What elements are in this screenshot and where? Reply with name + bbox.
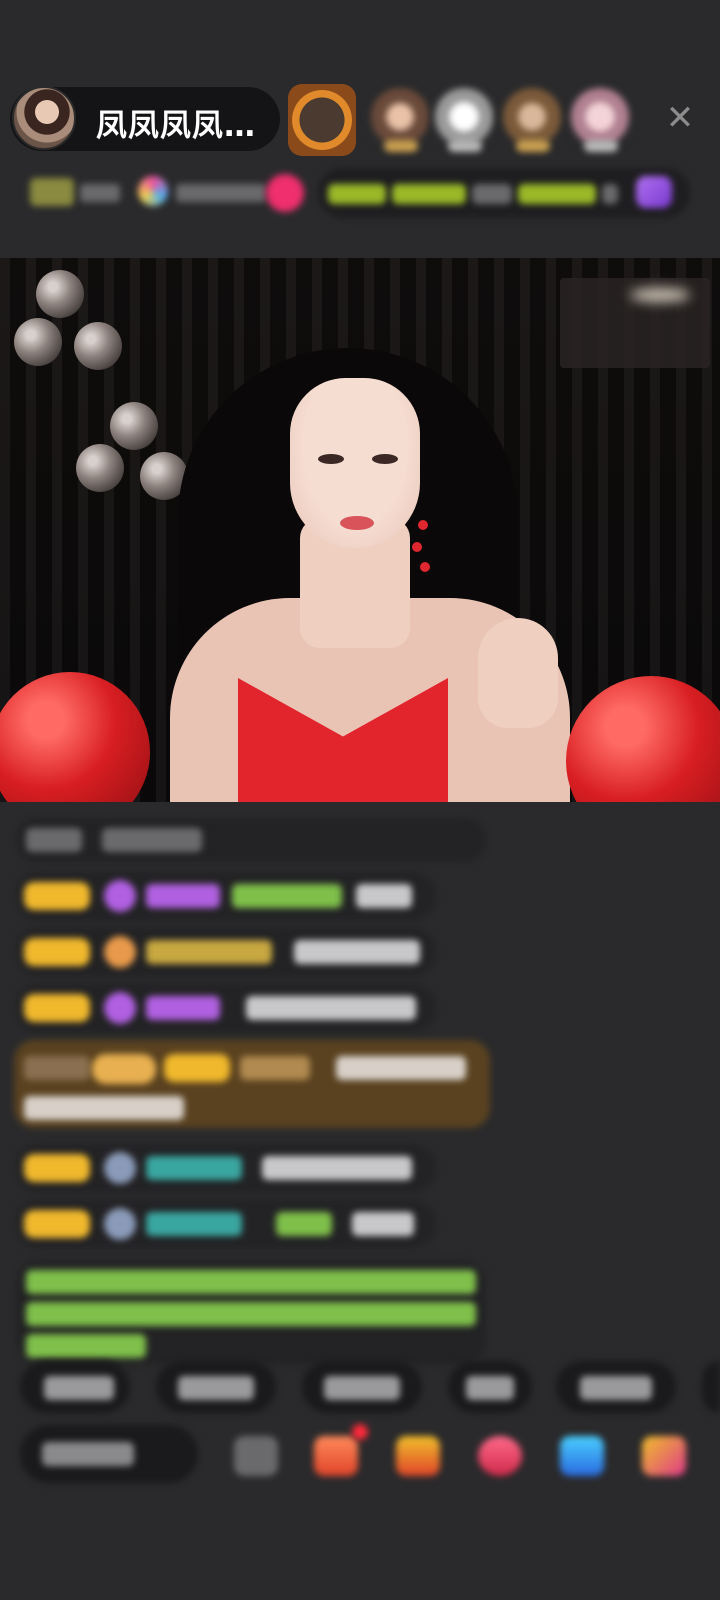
performer-lips [340,516,374,530]
earring [412,542,422,552]
silver-balloon [110,402,158,450]
chat-text [232,884,342,908]
chat-system-notice [16,818,486,862]
treasure-icon[interactable] [396,1436,440,1476]
chat-text [262,1156,412,1180]
activity-badge-icon [636,176,672,208]
chat-text [246,996,416,1020]
earring [420,562,430,572]
silver-balloon [14,318,62,366]
announcement-text [26,1302,476,1326]
silver-balloon [76,444,124,492]
user-avatar-small [104,1208,136,1240]
viewer-level-tag [584,140,618,152]
rank-text [80,184,120,202]
gift-box-icon[interactable] [314,1436,358,1476]
host-avatar[interactable] [12,86,76,150]
announcement-text [26,1334,146,1358]
chat-text [356,884,412,908]
announcement-text [26,1270,476,1294]
chat-text [352,1212,414,1236]
live-video[interactable] [0,258,720,802]
hourly-rank-chip[interactable] [30,178,74,206]
activity-chip [392,184,466,204]
diamond-icon [104,880,136,912]
more-apps-icon[interactable] [642,1436,686,1476]
chat-username[interactable] [146,996,220,1020]
quick-action-button[interactable] [702,1361,720,1413]
vip-badge [24,1056,90,1080]
red-packet-icon[interactable] [478,1436,522,1476]
follow-add-icon[interactable] [266,174,304,212]
chat-text [276,1212,332,1236]
chat-username[interactable] [146,1156,242,1180]
activity-chip [518,184,596,204]
say-something-text [42,1442,134,1466]
activity-chip [328,184,386,204]
close-icon[interactable]: ✕ [664,101,696,135]
chat-text [24,1096,184,1120]
lamp-glow [630,288,690,302]
performer-eye [372,454,398,464]
quick-action-text [466,1376,514,1400]
keyboard-icon[interactable] [234,1436,278,1476]
fan-level-badge [164,1054,230,1082]
chat-text [294,940,420,964]
chat-username[interactable] [146,940,272,964]
fan-level-badge [24,1154,90,1182]
fan-level-badge [24,882,90,910]
viewer-avatar[interactable] [288,84,356,156]
diamond-icon [104,992,136,1024]
notification-dot [352,1424,368,1440]
fan-level-badge [24,938,90,966]
fan-level-badge [24,994,90,1022]
activity-chip [602,184,618,204]
viewer-level-tag [384,140,418,152]
ice-cream-icon [104,936,136,968]
silver-balloon [74,322,122,370]
chat-username[interactable] [240,1056,310,1080]
quick-action-text [44,1376,114,1400]
earring [418,520,428,530]
user-avatar-small [104,1152,136,1184]
chat-username[interactable] [146,884,220,908]
vip-badge [92,1054,156,1084]
game-controller-icon[interactable] [560,1436,604,1476]
viewer-level-tag [448,140,482,152]
viewer-level-tag [516,140,550,152]
system-notice-text [26,828,82,852]
performer-eye [318,454,344,464]
performer-hand [478,618,558,728]
chat-username[interactable] [146,1212,242,1236]
fans-text [176,184,266,202]
quick-action-text [324,1376,400,1400]
chat-text [336,1056,466,1080]
fan-level-badge [24,1210,90,1238]
silver-balloon [36,270,84,318]
system-notice-text [102,828,202,852]
activity-chip [472,184,512,204]
quick-action-text [178,1376,254,1400]
fans-icon [138,176,168,206]
host-name[interactable]: 凤凤凤凤… [96,100,256,145]
quick-action-text [580,1376,652,1400]
